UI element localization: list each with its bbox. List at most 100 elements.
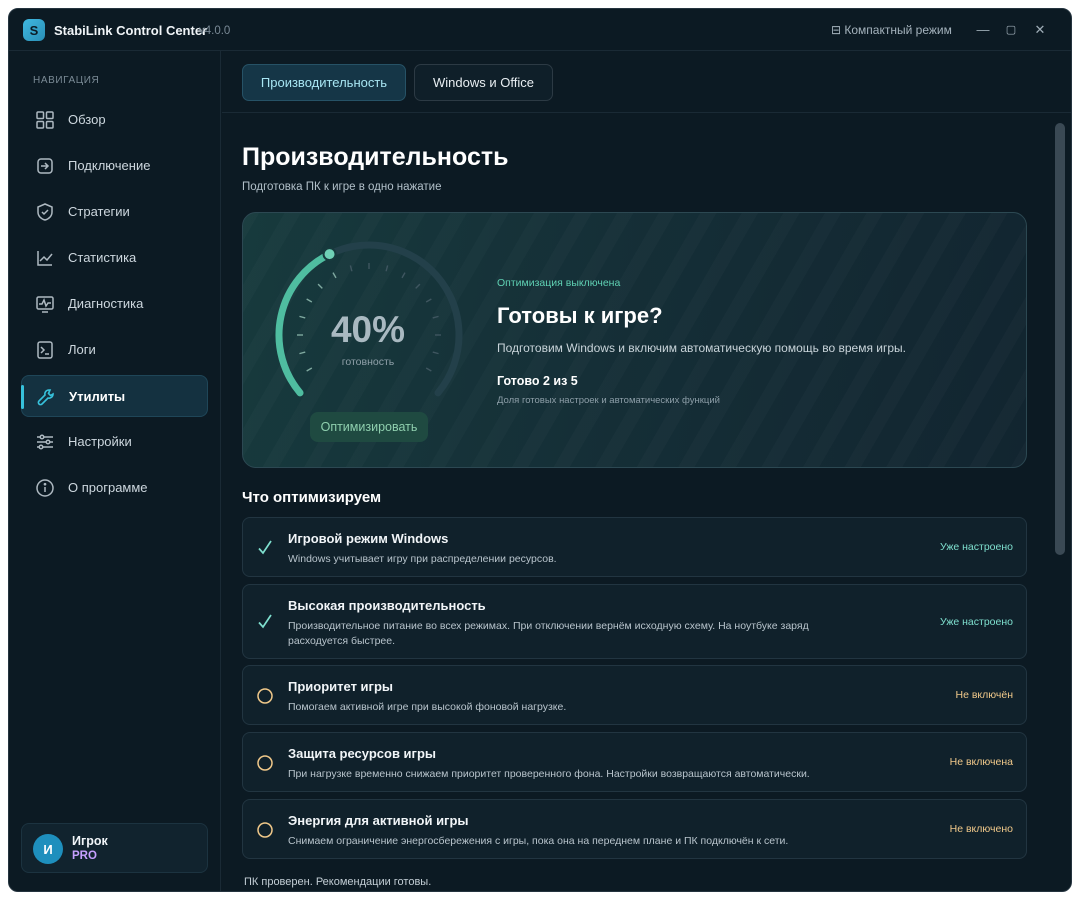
hero-title: Готовы к игре?: [497, 303, 663, 328]
compact-mode-button[interactable]: ⊟ Компактный режим: [831, 23, 952, 37]
sidebar-item-utilities[interactable]: Утилиты: [21, 375, 208, 417]
sidebar-item-connection[interactable]: Подключение: [21, 145, 208, 187]
status-badge: Не включено: [949, 823, 1013, 835]
minimize-button[interactable]: —: [971, 19, 995, 41]
ready-count-caption: Доля готовых настроек и автоматических ф…: [497, 395, 720, 406]
hero-description: Подготовим Windows и включим автоматичес…: [497, 341, 906, 355]
readiness-card: 40% готовность Оптимизировать Оптимизаци…: [242, 212, 1027, 468]
item-description: Windows учитывает игру при распределении…: [288, 553, 557, 565]
list-item[interactable]: Игровой режим Windows Windows учитывает …: [242, 517, 1027, 577]
status-footer: ПК проверен. Рекомендации готовы.: [244, 876, 432, 888]
status-badge: Уже настроено: [940, 616, 1013, 628]
item-description: Снимаем ограничение энергосбережения с и…: [288, 835, 789, 847]
item-title: Игровой режим Windows: [288, 531, 449, 546]
empty-circle-icon: [257, 688, 273, 704]
user-name: Игрок: [72, 834, 108, 848]
terminal-icon: [37, 341, 53, 359]
page-title: Производительность: [242, 143, 509, 171]
main-content: Производительность Windows и Office Прои…: [222, 51, 1071, 891]
nav-caption: НАВИГАЦИЯ: [33, 75, 100, 86]
sidebar-item-label: Диагностика: [68, 296, 144, 311]
sidebar-item-label: Логи: [68, 342, 96, 357]
scrollbar[interactable]: [1053, 123, 1065, 555]
tab-performance[interactable]: Производительность: [242, 64, 406, 101]
gauge-value: 40%: [330, 309, 406, 350]
sidebar-item-label: Статистика: [68, 250, 137, 265]
sidebar-item-label: Стратегии: [68, 204, 130, 219]
chart-icon: [37, 251, 53, 266]
optimization-status: Оптимизация выключена: [497, 277, 621, 289]
app-window: S StabiLink Control Center v4.0.0 ⊟ Комп…: [8, 8, 1072, 892]
sliders-icon: [37, 434, 53, 450]
tab-bar: Производительность Windows и Office: [222, 51, 1071, 113]
gauge-tick: [432, 315, 439, 319]
app-title: StabiLink Control Center: [54, 23, 208, 38]
item-title: Защита ресурсов игры: [288, 746, 436, 761]
sidebar-item-label: Утилиты: [69, 389, 126, 404]
empty-circle-icon: [257, 822, 273, 838]
status-badge: Уже настроено: [940, 541, 1013, 553]
sidebar-item-statistics[interactable]: Статистика: [21, 237, 208, 279]
item-title: Приоритет игры: [288, 679, 394, 694]
gauge-tick: [349, 265, 353, 272]
close-button[interactable]: ✕: [1028, 19, 1052, 41]
gauge-tick: [332, 272, 337, 279]
gauge-tick: [415, 283, 421, 289]
empty-circle-icon: [257, 755, 273, 771]
gauge-tick: [299, 351, 306, 355]
check-icon: [258, 540, 272, 555]
maximize-button[interactable]: ▢: [999, 19, 1023, 41]
tab-windows-office[interactable]: Windows и Office: [414, 64, 553, 101]
wrench-icon: [37, 389, 54, 406]
item-title: Энергия для активной игры: [288, 813, 469, 828]
section-title: Что оптимизируем: [242, 489, 382, 506]
gauge-tick: [432, 351, 439, 355]
avatar: И: [33, 834, 63, 864]
sidebar-item-label: О программе: [68, 480, 148, 495]
sidebar-item-about[interactable]: О программе: [21, 467, 208, 509]
status-badge: Не включена: [949, 756, 1013, 768]
info-icon: [36, 479, 54, 497]
list-item[interactable]: Высокая производительность Производитель…: [242, 584, 1027, 659]
pulse-icon: [36, 296, 54, 313]
gauge-tick: [425, 367, 432, 372]
optimize-button[interactable]: Оптимизировать: [310, 412, 428, 442]
item-description: Помогаем активной игре при высокой фонов…: [288, 701, 567, 713]
list-item[interactable]: Защита ресурсов игры При нагрузке времен…: [242, 732, 1027, 792]
check-icon: [258, 614, 272, 629]
gauge-tick: [306, 367, 313, 372]
item-title: Высокая производительность: [288, 598, 486, 613]
app-version: v4.0.0: [199, 25, 231, 37]
gauge-label: готовность: [341, 356, 395, 368]
gauge-tick: [306, 298, 313, 303]
list-item[interactable]: Приоритет игры Помогаем активной игре пр…: [242, 665, 1027, 725]
gauge-tick: [401, 272, 406, 279]
gauge-tick: [425, 298, 432, 303]
sidebar-item-overview[interactable]: Обзор: [21, 99, 208, 141]
sidebar-item-label: Настройки: [68, 434, 132, 449]
list-item[interactable]: Энергия для активной игры Снимаем ограни…: [242, 799, 1027, 859]
sidebar-item-diagnostics[interactable]: Диагностика: [21, 283, 208, 325]
grid-icon: [36, 111, 54, 129]
user-card[interactable]: И Игрок PRO: [21, 823, 208, 873]
status-badge: Не включён: [955, 689, 1013, 701]
item-description: При нагрузке временно снижаем приоритет …: [288, 768, 810, 780]
shield-icon: [37, 203, 53, 221]
sidebar-item-strategies[interactable]: Стратегии: [21, 191, 208, 233]
user-plan-badge: PRO: [72, 850, 97, 862]
login-icon: [37, 158, 53, 174]
sidebar-item-label: Обзор: [68, 112, 106, 127]
title-bar: S StabiLink Control Center v4.0.0 ⊟ Комп…: [9, 9, 1071, 51]
sidebar-item-settings[interactable]: Настройки: [21, 421, 208, 463]
gauge-knob: [322, 247, 337, 262]
page-subtitle: Подготовка ПК к игре в одно нажатие: [242, 181, 442, 193]
ready-count: Готово 2 из 5: [497, 374, 578, 388]
scrollbar-thumb[interactable]: [1055, 123, 1065, 555]
item-description: Производительное питание во всех режимах…: [288, 620, 809, 647]
gauge-tick: [385, 265, 389, 272]
sidebar-item-label: Подключение: [68, 158, 151, 173]
sidebar: НАВИГАЦИЯ Обзор Подключение Стратегии Ст…: [9, 51, 221, 891]
sidebar-item-logs[interactable]: Логи: [21, 329, 208, 371]
app-logo-icon: S: [23, 19, 45, 41]
gauge-tick: [317, 283, 323, 289]
